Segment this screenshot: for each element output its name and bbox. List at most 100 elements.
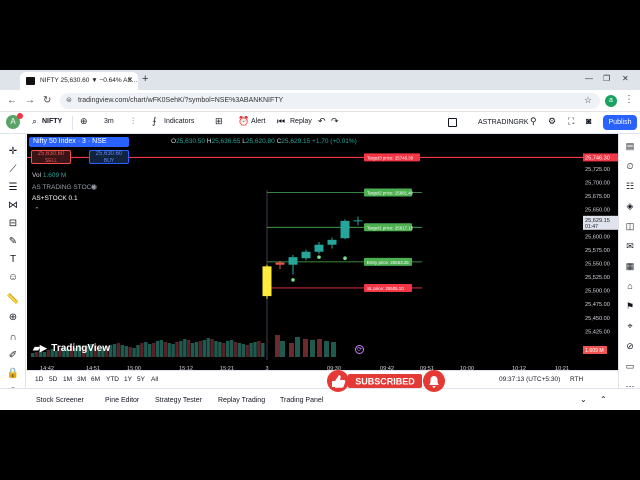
indicator-as-trading-stock[interactable]: AS TRADING STOCK bbox=[32, 184, 96, 191]
buy-button[interactable]: 25,630.60 BUY bbox=[89, 150, 129, 164]
restore-icon[interactable]: ❐ bbox=[603, 74, 610, 83]
chart-pane[interactable]: Target3 price: 25746.30 Target2 price: 25… bbox=[27, 134, 583, 360]
ideas-icon[interactable]: ◈ bbox=[623, 200, 637, 212]
price-tick-label: 25,650.00 bbox=[585, 208, 610, 214]
site-info-icon[interactable]: ⊜ bbox=[66, 96, 72, 104]
symbol-search[interactable]: NIFTY bbox=[42, 118, 62, 125]
reload-icon[interactable]: ↻ bbox=[43, 95, 51, 106]
alert-icon[interactable]: ⏰ bbox=[238, 116, 249, 127]
range-button-1d[interactable]: 1D bbox=[35, 376, 43, 383]
close-tab-icon[interactable]: ✕ bbox=[127, 76, 133, 84]
price-axis-scale[interactable]: 25,725.00 25,700.00 25,675.00 25,650.00 25,6… bbox=[583, 134, 618, 360]
tab-pine-editor[interactable]: Pine Editor bbox=[105, 397, 139, 404]
new-tab-icon[interactable]: + bbox=[142, 73, 148, 85]
session-label[interactable]: RTH bbox=[570, 376, 583, 383]
volume-bar bbox=[317, 339, 322, 357]
collapse-legend-chevron-icon[interactable]: ⌃ bbox=[34, 206, 40, 214]
browser-tab[interactable]: NIFTY 25,630.60 ▼ −0.64% AS... ✕ bbox=[20, 72, 138, 90]
tab-stock-screener[interactable]: Stock Screener bbox=[36, 397, 84, 404]
redo-icon[interactable]: ↷ bbox=[331, 116, 339, 127]
price-axis[interactable]: 25,725.00 25,700.00 25,675.00 25,650.00 25,6… bbox=[583, 134, 618, 360]
maximize-panel-icon[interactable]: ⌃ bbox=[600, 395, 607, 404]
range-button-ytd[interactable]: YTD bbox=[106, 376, 119, 383]
icons-smiley-icon[interactable]: ☺ bbox=[6, 272, 20, 284]
settings-gear-icon[interactable]: ⚙ bbox=[548, 116, 556, 127]
forward-icon[interactable]: → bbox=[25, 95, 35, 106]
hotlist-icon[interactable]: ⌖ bbox=[623, 320, 637, 332]
range-button-6m[interactable]: 6M bbox=[91, 376, 100, 383]
calendar-icon[interactable]: ▦ bbox=[623, 260, 637, 272]
compare-plus-icon[interactable]: ⊕ bbox=[80, 116, 88, 127]
snapshot-camera-icon[interactable]: ◙ bbox=[586, 116, 591, 126]
replay-button[interactable]: Replay bbox=[290, 118, 312, 125]
time-axis[interactable]: 14:42 14:51 15:00 15:12 15:21 3 09:30 09:42 09:5… bbox=[27, 360, 583, 372]
fullscreen-icon[interactable]: ⛶ bbox=[568, 116, 574, 127]
top-price-label: 25,746.30 bbox=[585, 155, 610, 161]
back-icon[interactable]: ← bbox=[7, 95, 17, 106]
price-chart[interactable]: Target3 price: 25746.30 Target2 price: 25… bbox=[27, 134, 583, 360]
alerts-clock-icon[interactable]: ⏲ bbox=[623, 160, 637, 172]
indicators-button[interactable]: Indicators bbox=[164, 118, 194, 125]
layers-icon[interactable]: ◫ bbox=[623, 220, 637, 232]
publish-button[interactable]: Publish bbox=[603, 115, 637, 130]
watchlist-icon[interactable]: ▤ bbox=[623, 140, 637, 152]
volume-bar bbox=[310, 340, 315, 357]
range-button-5y[interactable]: 5Y bbox=[137, 376, 145, 383]
replay-marker-icon[interactable]: ⟳ bbox=[355, 345, 364, 354]
range-button-1m[interactable]: 1M bbox=[63, 376, 72, 383]
change-value: +1.70 (+0.01%) bbox=[312, 138, 357, 145]
tab-replay-trading[interactable]: Replay Trading bbox=[218, 397, 265, 404]
profile-avatar[interactable]: a bbox=[605, 95, 617, 107]
close-window-icon[interactable]: ✕ bbox=[622, 74, 629, 83]
volume-bar bbox=[222, 343, 226, 357]
notifications-icon[interactable]: ⌂ bbox=[623, 280, 637, 292]
signals-icon[interactable]: ⊘ bbox=[623, 340, 637, 352]
browser-menu-icon[interactable]: ⋮ bbox=[624, 94, 634, 105]
indicator-visibility-eye-icon[interactable]: ◉ bbox=[91, 183, 97, 191]
pattern-icon[interactable]: ⋈ bbox=[6, 200, 20, 212]
brush-icon[interactable]: ✎ bbox=[6, 236, 20, 248]
candle-body bbox=[275, 262, 285, 265]
collapse-panel-chevron-icon[interactable]: ⌄ bbox=[580, 395, 587, 404]
subscribe-overlay[interactable]: SUBSCRIBED bbox=[320, 366, 450, 398]
url-field[interactable]: ⊜ tradingview.com/chart/wFK0SehK/?symbol… bbox=[60, 93, 600, 109]
search-icon[interactable]: ⌕ bbox=[32, 116, 37, 127]
alert-button[interactable]: Alert bbox=[251, 118, 265, 125]
layouts-grid-icon[interactable]: ⊞ bbox=[215, 116, 223, 127]
zoom-icon[interactable]: ⊕ bbox=[6, 312, 20, 324]
range-button-all[interactable]: All bbox=[151, 376, 158, 383]
chat-icon[interactable]: ☷ bbox=[623, 180, 637, 192]
indicators-icon[interactable]: ⨍ bbox=[152, 116, 157, 127]
tab-strategy-tester[interactable]: Strategy Tester bbox=[155, 397, 202, 404]
range-button-5d[interactable]: 5D bbox=[49, 376, 57, 383]
lock-icon[interactable]: 🔒 bbox=[6, 368, 20, 380]
indicator-as-stock[interactable]: AS+STOCK 0.1 bbox=[32, 195, 78, 202]
fib-retracement-icon[interactable]: ☰ bbox=[6, 182, 20, 194]
clock-text[interactable]: 09:37:13 (UTC+5:30) bbox=[499, 376, 560, 383]
stay-drawing-icon[interactable]: ✐ bbox=[6, 350, 20, 362]
sell-button[interactable]: 25,630.60 SELL bbox=[31, 150, 71, 164]
trend-line-icon[interactable]: ⟋ bbox=[6, 164, 20, 176]
interval-button[interactable]: 3m bbox=[104, 118, 114, 125]
messages-icon[interactable]: ✉ bbox=[623, 240, 637, 252]
magnet-icon[interactable]: ∩ bbox=[6, 332, 20, 344]
undo-icon[interactable]: ↶ bbox=[318, 116, 326, 127]
chart-type-icon[interactable]: ⫶ bbox=[132, 116, 134, 127]
minimize-icon[interactable]: — bbox=[585, 74, 593, 83]
data-window-icon[interactable]: ▭ bbox=[623, 360, 637, 372]
range-button-3m[interactable]: 3M bbox=[77, 376, 86, 383]
object-tree-icon[interactable]: ⚲ bbox=[530, 116, 537, 127]
tab-trading-panel[interactable]: Trading Panel bbox=[280, 397, 323, 404]
bookmark-star-icon[interactable]: ☆ bbox=[584, 95, 592, 106]
ruler-icon[interactable]: 📏 bbox=[6, 294, 20, 306]
volume-bar bbox=[275, 335, 280, 357]
crosshair-icon[interactable]: ✛ bbox=[6, 146, 20, 158]
projection-icon[interactable]: ⊟ bbox=[6, 218, 20, 230]
replay-icon[interactable]: ⏮ bbox=[277, 116, 285, 127]
text-icon[interactable]: T bbox=[6, 254, 20, 266]
layout-name[interactable]: ASTRADINGRK bbox=[440, 115, 529, 130]
range-button-1y[interactable]: 1Y bbox=[124, 376, 132, 383]
symbol-title-box[interactable]: Nifty 50 Index · 3 · NSE bbox=[29, 137, 129, 147]
help-icon[interactable]: ⚑ bbox=[623, 300, 637, 312]
volume-bar bbox=[163, 342, 167, 357]
